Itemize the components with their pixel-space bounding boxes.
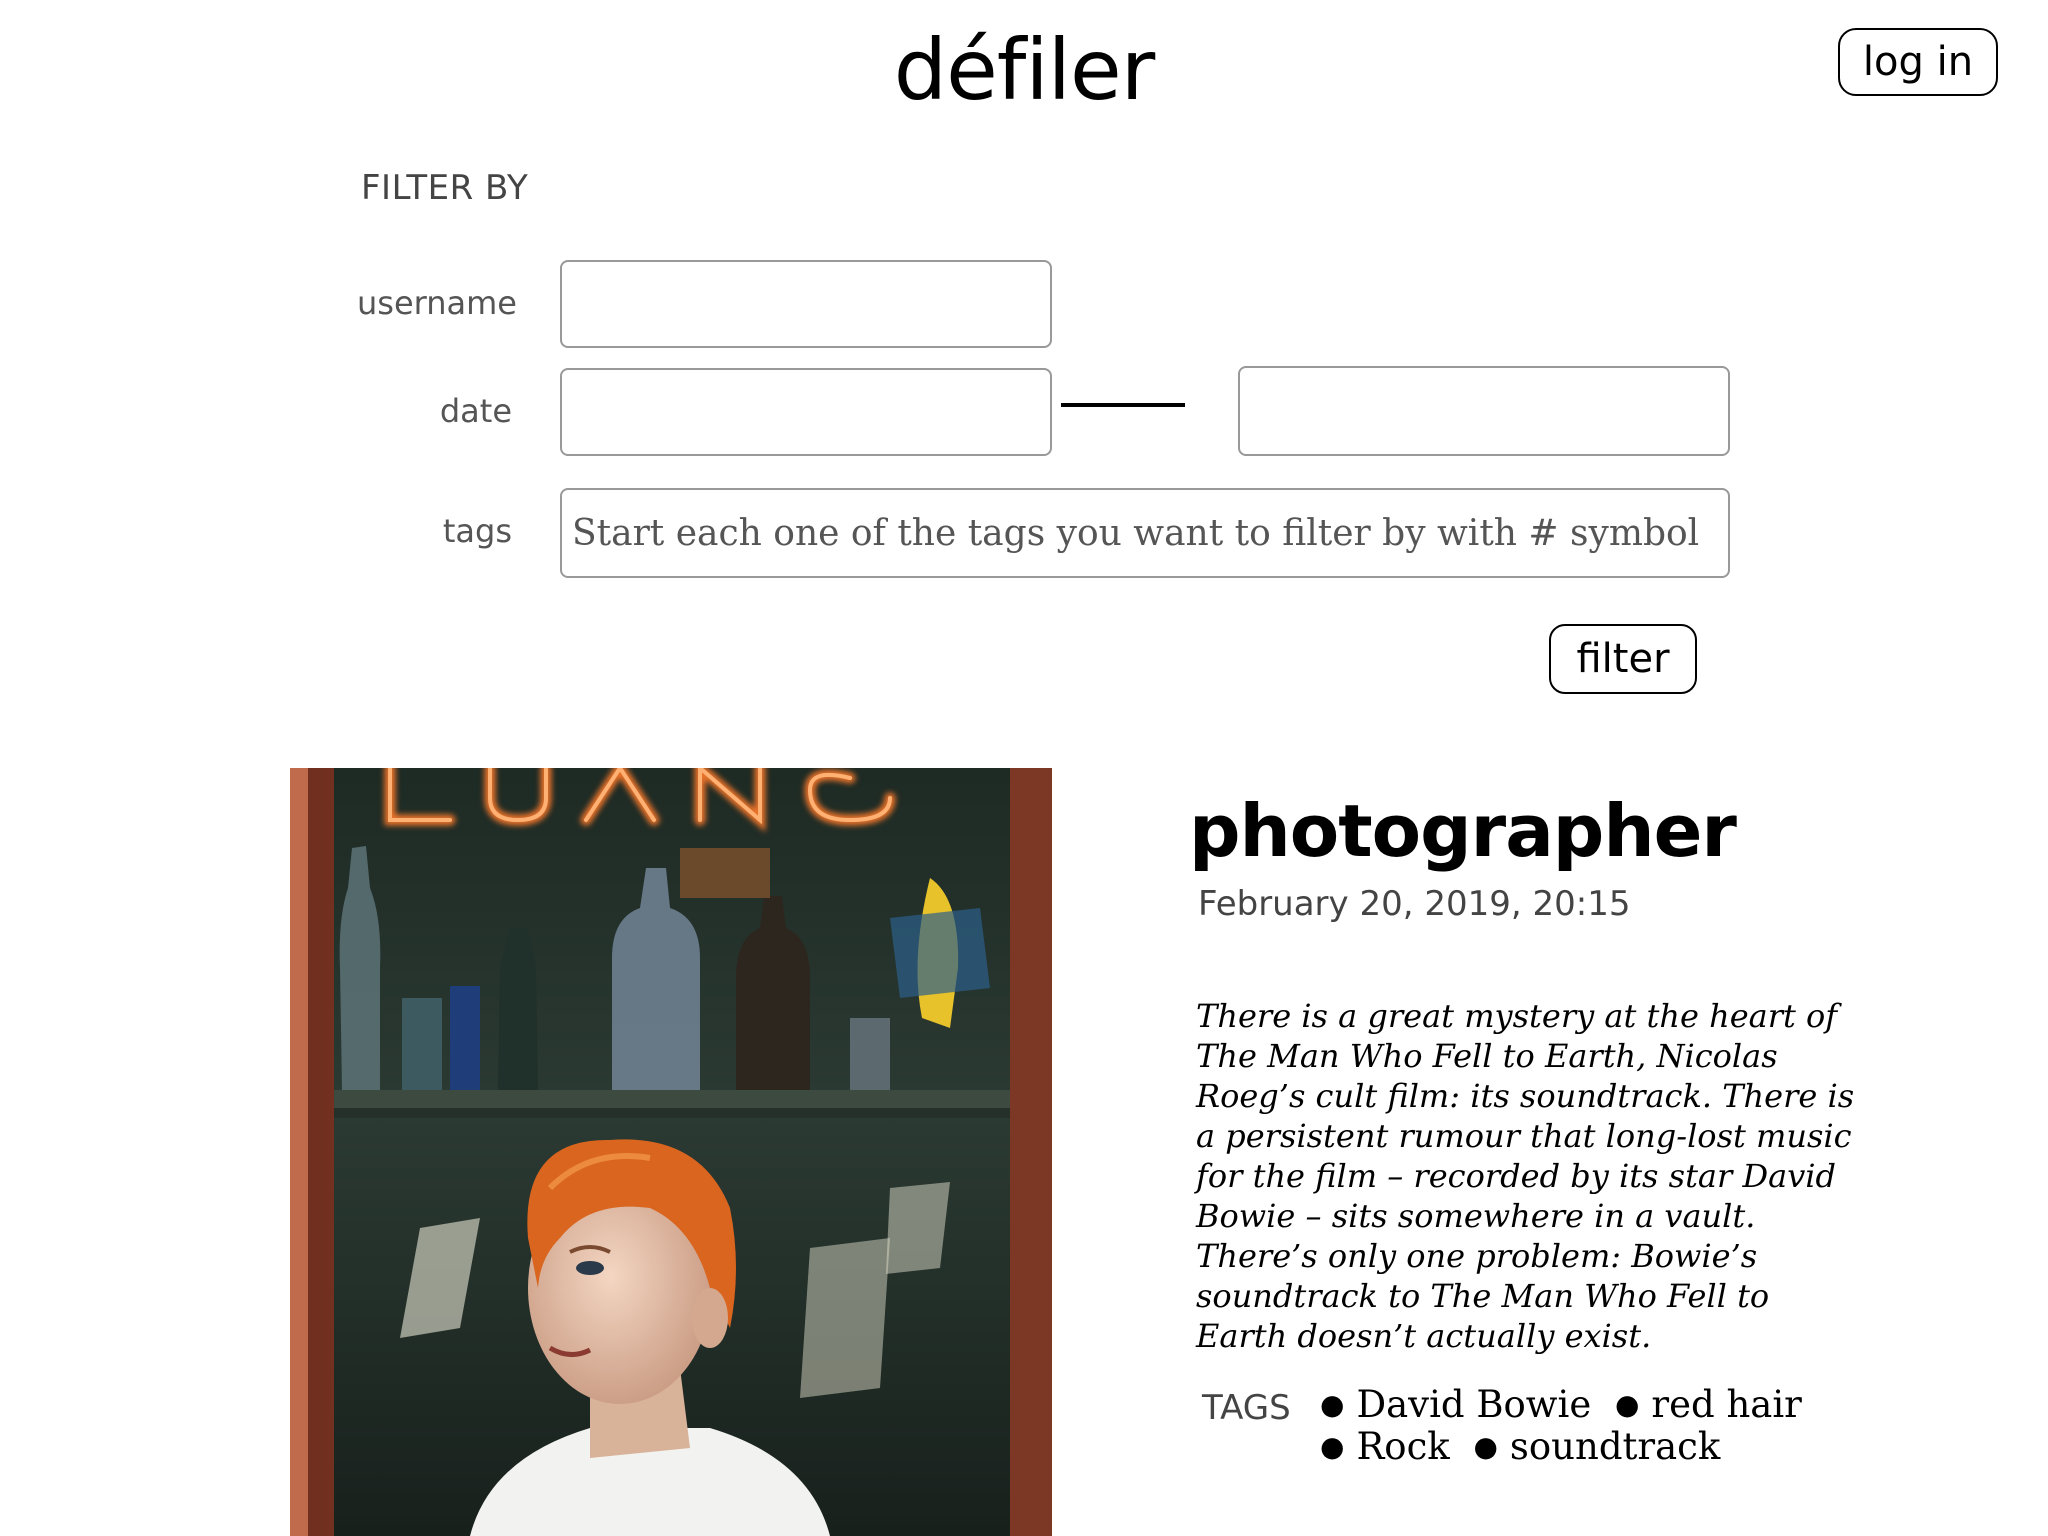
date-from-input[interactable] bbox=[560, 368, 1052, 456]
username-input[interactable] bbox=[560, 260, 1052, 348]
site-title: défiler bbox=[893, 21, 1155, 119]
tags-input[interactable] bbox=[560, 488, 1730, 578]
tag-item[interactable]: Rock bbox=[1320, 1425, 1450, 1468]
filter-button[interactable]: filter bbox=[1549, 624, 1697, 694]
tag-item[interactable]: soundtrack bbox=[1473, 1425, 1720, 1468]
post-body: There is a great mystery at the heart of… bbox=[1196, 997, 1855, 1355]
post-author[interactable]: photographer bbox=[1189, 786, 1737, 876]
date-to-input[interactable] bbox=[1238, 366, 1730, 456]
tag-item[interactable]: David Bowie bbox=[1320, 1383, 1591, 1426]
filter-heading: FILTER BY bbox=[361, 168, 529, 208]
username-label: username bbox=[357, 284, 517, 322]
tags-heading: TAGS bbox=[1202, 1388, 1291, 1428]
tag-item[interactable]: red hair bbox=[1615, 1383, 1802, 1426]
tags-label: tags bbox=[442, 512, 512, 550]
tag-list: David Bowie red hair Rock soundtrack bbox=[1320, 1383, 1840, 1468]
post-date: February 20, 2019, 20:15 bbox=[1198, 884, 1631, 924]
date-range-separator bbox=[1061, 403, 1185, 407]
post-photo-illustration bbox=[290, 768, 1052, 1536]
date-label: date bbox=[439, 392, 512, 430]
post-photo[interactable] bbox=[290, 768, 1052, 1536]
login-button[interactable]: log in bbox=[1838, 28, 1998, 96]
